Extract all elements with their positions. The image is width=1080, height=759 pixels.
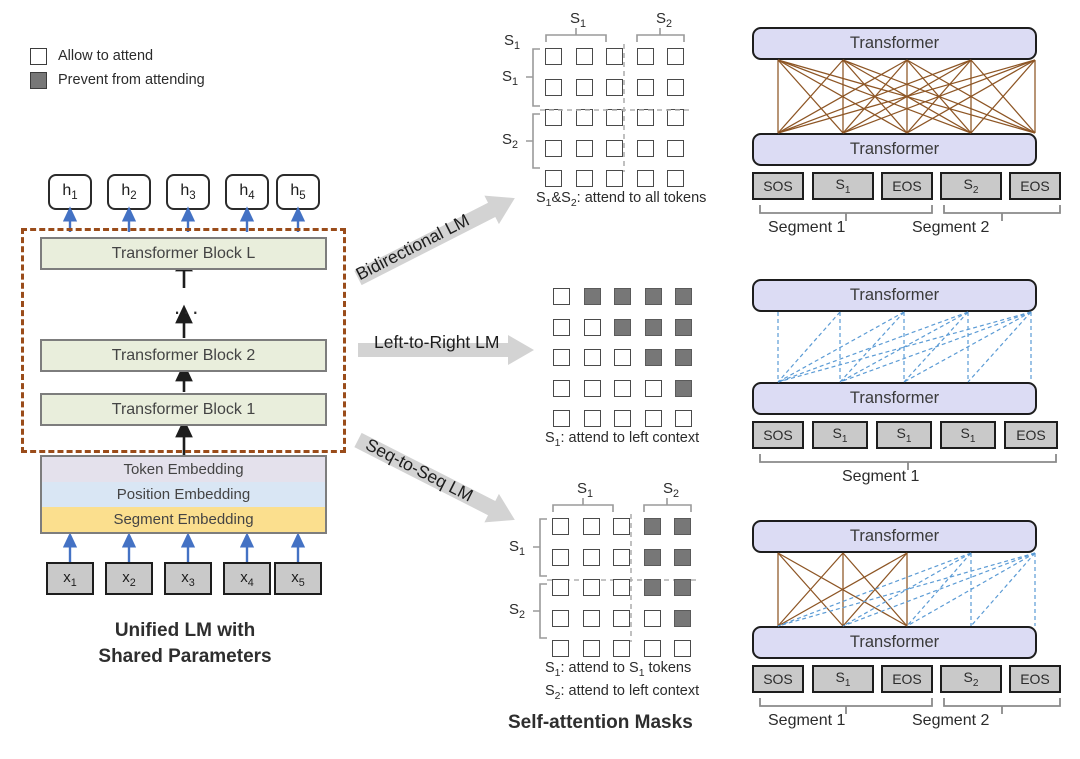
panel2-segment1-brace	[759, 454, 1057, 463]
panel1-segment2-brace	[943, 205, 1061, 214]
panel2-edge-3-0	[777, 311, 969, 383]
panel2-edge-2-1	[839, 311, 905, 383]
panel-connection-edges	[759, 59, 1061, 714]
panel3-blue-edge-4-3	[970, 552, 1036, 627]
panel1-segment1-brace	[759, 205, 933, 214]
panel2-edge-2-0	[777, 311, 905, 383]
panel3-blue-edge-4-1	[842, 552, 1036, 627]
panel3-segment2-brace	[943, 698, 1061, 707]
panel2-edge-1-0	[777, 311, 841, 383]
panel2-edge-4-3	[967, 311, 1032, 383]
panel2-edge-4-1	[839, 311, 1032, 383]
panel3-blue-edge-3-2	[906, 552, 972, 627]
panel3-segment1-brace	[759, 698, 933, 707]
